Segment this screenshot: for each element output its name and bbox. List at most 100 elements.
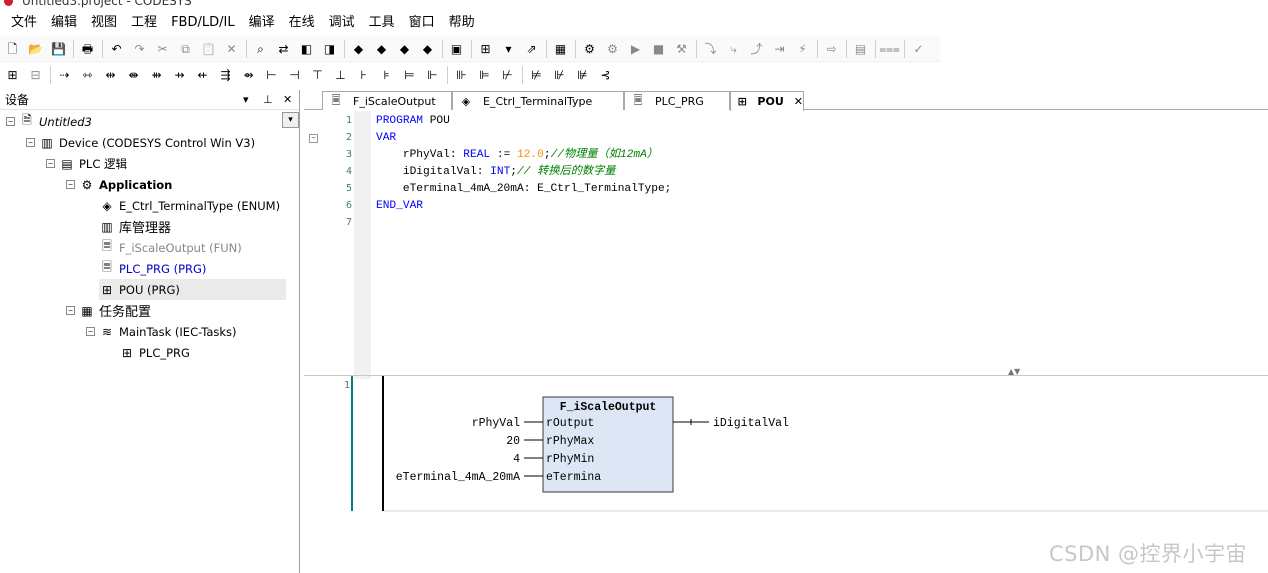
update-params-icon[interactable]: ⊯ [574,67,591,84]
pin-icon[interactable]: ⊥ [263,93,273,106]
find-icon[interactable]: ⌕ [252,40,269,57]
tree-node-1[interactable]: − ▥ Device (CODESYS Control Win V3) [26,132,255,153]
tree-expander-icon[interactable]: − [26,138,35,147]
tree-expander-icon[interactable]: − [86,327,95,336]
close-panel-icon[interactable]: ✕ [283,93,292,106]
open-folder-icon[interactable]: 📂 [27,40,44,57]
tab-pou[interactable]: ⊞ POU ✕ [730,91,804,111]
breakpoint-icon[interactable]: ◆ [350,40,367,57]
fbd-output-idigitalval[interactable]: iDigitalVal [713,417,789,430]
breakpoint-remove-icon[interactable]: ◆ [419,40,436,57]
start-icon[interactable]: ▶ [627,40,644,57]
redo-icon[interactable]: ↷ [131,40,148,57]
tree-node-0[interactable]: − 🗎 Untitled3 [6,111,92,132]
menu-item-9[interactable]: 窗口 [402,10,442,36]
unforce-icon[interactable]: ✓ [910,40,927,57]
fbd-input-4[interactable]: 4 [513,453,520,466]
panel-menu-icon[interactable]: ▾ [243,93,249,106]
login-icon[interactable]: ⚙ [581,40,598,57]
insert-return-icon[interactable]: ⊧ [378,67,395,84]
menu-item-10[interactable]: 帮助 [442,10,482,36]
tree-node-11[interactable]: ⊞ PLC_PRG [119,342,190,363]
tab-f-iscaleoutput[interactable]: 🗏 F_iScaleOutput [322,91,452,110]
step-into-icon[interactable]: ⤷ [725,40,742,57]
menu-item-3[interactable]: 工程 [124,10,164,36]
tree-node-5[interactable]: ▥ 库管理器 [99,216,171,237]
editor-splitter[interactable]: ▲▼ [304,367,1268,376]
step-over-icon[interactable]: ⤵ [702,40,719,57]
new-file-icon[interactable]: 🗋 [4,40,21,57]
tree-node-6[interactable]: 🗏 F_iScaleOutput (FUN) [99,237,242,258]
dropdown-icon[interactable]: ▾ [500,40,517,57]
tree-node-7[interactable]: 🗏 PLC_PRG (PRG) [99,258,206,279]
insert-assignment-icon[interactable]: ⊤ [309,67,326,84]
menu-item-7[interactable]: 调试 [322,10,362,36]
write-values-icon[interactable]: ▤ [852,40,869,57]
menu-item-4[interactable]: FBD/LD/IL [164,10,242,36]
build-icon[interactable]: ▦ [552,40,569,57]
insert-negated-contact-icon[interactable]: ⇹ [102,67,119,84]
tree-dropdown-button[interactable]: ▾ [282,112,299,128]
fbd-network-area[interactable]: 1 F_iScaleOutput rOutput rPhyMax rPhyMin… [304,376,1268,516]
set-reset-icon[interactable]: ⊬ [499,67,516,84]
remove-unused-icon[interactable]: ⊰ [597,67,614,84]
menu-item-1[interactable]: 编辑 [44,10,84,36]
menu-item-5[interactable]: 编译 [242,10,282,36]
tree-expander-icon[interactable]: − [6,117,15,126]
fold-marker-icon[interactable]: − [309,134,318,143]
add-object-icon[interactable]: ⊞ [477,40,494,57]
cut-icon[interactable]: ✂ [154,40,171,57]
menu-item-0[interactable]: 文件 [4,10,44,36]
fbd-input-20[interactable]: 20 [506,435,520,448]
menu-item-8[interactable]: 工具 [362,10,402,36]
insert-contact-icon[interactable]: ⇿ [79,67,96,84]
stop-icon[interactable]: ■ [650,40,667,57]
negate-icon[interactable]: ⊪ [453,67,470,84]
insert-box-icon[interactable]: ⇶ [217,67,234,84]
insert-empty-box-icon[interactable]: ⇴ [240,67,257,84]
breakpoint-add-icon[interactable]: ◆ [373,40,390,57]
fbd-input-rphyval[interactable]: rPhyVal [472,417,520,430]
insert-jump-icon[interactable]: ⊥ [332,67,349,84]
print-icon[interactable]: 🖶 [79,40,96,57]
insert-variable-icon[interactable]: ⇢ [56,67,73,84]
copy-icon[interactable]: ⧉ [177,40,194,57]
declaration-editor[interactable]: 1 2 3 4 5 6 7 − PROGRAM POU VAR rPhyVal: REAL :… [304,111,1268,379]
tree-node-10[interactable]: − ≋ MainTask (IEC-Tasks) [86,321,237,342]
menu-item-6[interactable]: 在线 [282,10,322,36]
delete-icon[interactable]: ✕ [223,40,240,57]
undo-icon[interactable]: ↶ [108,40,125,57]
insert-parallel-icon[interactable]: ⇼ [125,67,142,84]
set-output-icon[interactable]: ⊩ [424,67,441,84]
insert-reset-coil-icon[interactable]: ⇷ [194,67,211,84]
next-statement-icon[interactable]: ⇨ [823,40,840,57]
insert-set-coil-icon[interactable]: ⇸ [171,67,188,84]
insert-input-icon[interactable]: ⊢ [263,67,280,84]
save-icon[interactable]: 💾 [50,40,67,57]
logout-icon[interactable]: ⚙ [604,40,621,57]
tree-node-8[interactable]: ⊞ POU (PRG) [99,279,286,300]
splitter-arrows-icon[interactable]: ▲▼ [1008,367,1020,376]
tree-expander-icon[interactable]: − [46,159,55,168]
tree-node-2[interactable]: − ▤ PLC 逻辑 [46,153,127,174]
tree-node-3[interactable]: − ⚙ Application [66,174,172,195]
menu-item-2[interactable]: 视图 [84,10,124,36]
find-replace-icon[interactable]: ⇄ [275,40,292,57]
tab-e-ctrl-terminaltype[interactable]: ◈ E_Ctrl_TerminalType [452,91,624,110]
tree-expander-icon[interactable]: − [66,180,75,189]
close-tab-icon[interactable]: ✕ [794,95,803,108]
export-icon[interactable]: ⇗ [523,40,540,57]
find-next-icon[interactable]: ◨ [321,40,338,57]
insert-coil-icon[interactable]: ⇻ [148,67,165,84]
run-to-cursor-icon[interactable]: ⇥ [771,40,788,57]
tree-expander-icon[interactable]: − [66,306,75,315]
step-out-icon[interactable]: ⤴ [748,40,765,57]
insert-label-icon[interactable]: ⊦ [355,67,372,84]
align-top-icon[interactable]: ⊮ [551,67,568,84]
flow-control-icon[interactable]: ⚡ [794,40,811,57]
tree-node-9[interactable]: − ▦ 任务配置 [66,300,151,321]
window-icon[interactable]: ▣ [448,40,465,57]
tree-node-4[interactable]: ◈ E_Ctrl_TerminalType (ENUM) [99,195,280,216]
insert-network-below-icon[interactable]: ⊟ [27,67,44,84]
breakpoint-toggle-icon[interactable]: ◆ [396,40,413,57]
